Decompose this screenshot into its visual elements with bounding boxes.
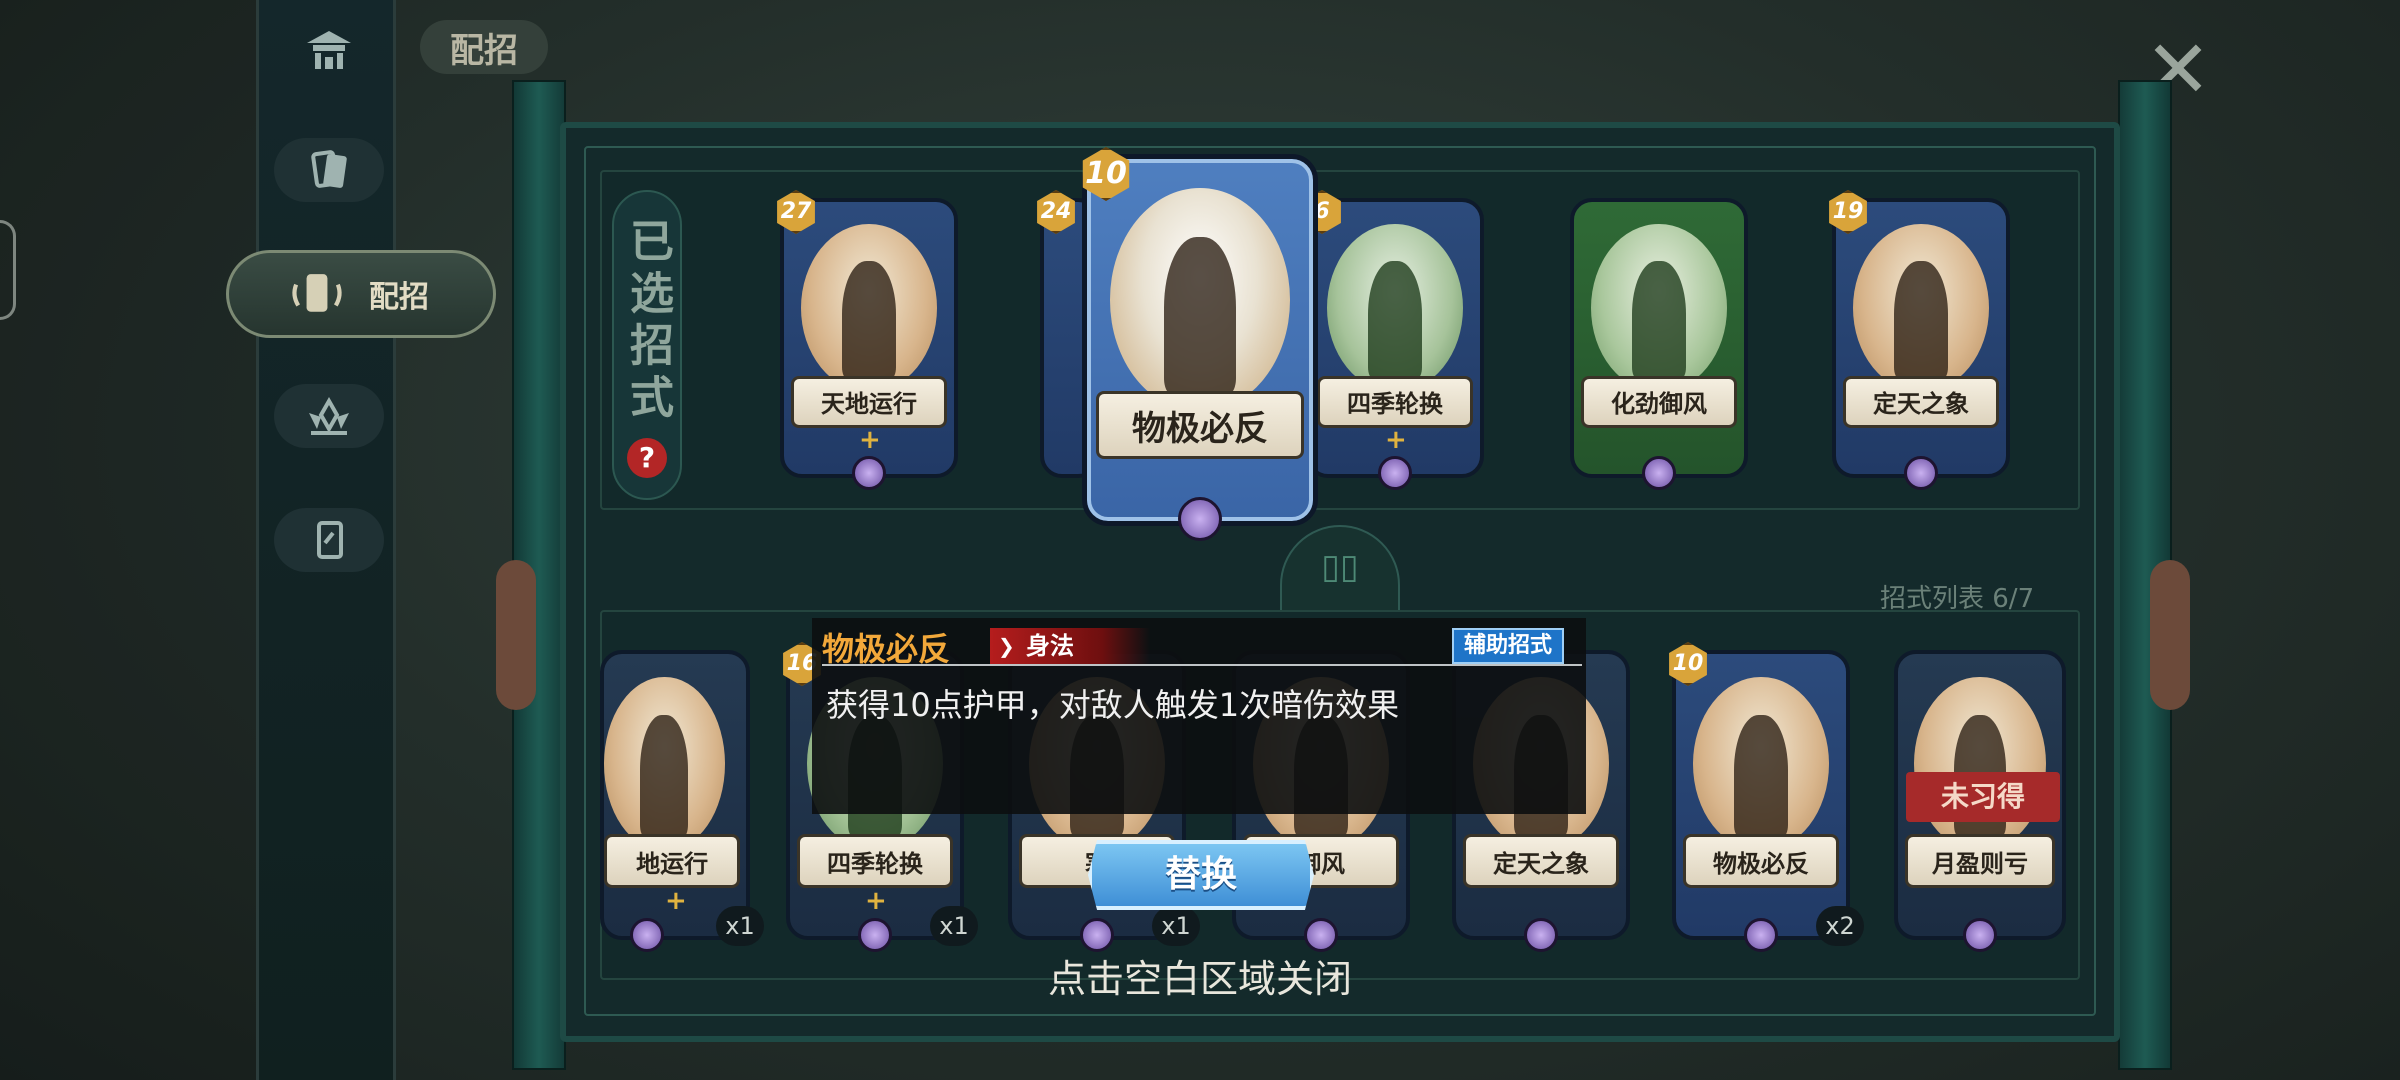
selected-card[interactable]: 19 定天之象 bbox=[1829, 190, 2010, 490]
pavilion-icon bbox=[307, 31, 351, 69]
side-nav bbox=[256, 0, 396, 1080]
card-name: 四季轮换 bbox=[1316, 376, 1474, 428]
card-name: 化劲御风 bbox=[1580, 376, 1738, 428]
selected-card[interactable]: 27 天地运行 + bbox=[777, 190, 958, 490]
card-name: 物极必反 bbox=[1682, 834, 1840, 889]
card-name: 物极必反 bbox=[1096, 390, 1304, 460]
card-art bbox=[1327, 223, 1463, 393]
page-title: 配招 bbox=[420, 20, 548, 74]
upgrade-mark: + bbox=[1385, 425, 1407, 456]
selected-card[interactable]: 化劲御风 bbox=[1570, 198, 1748, 490]
card-art bbox=[801, 223, 937, 393]
technique-gem-icon bbox=[1304, 918, 1338, 952]
card-name: 天地运行 bbox=[790, 376, 948, 428]
unlearned-badge: 未习得 bbox=[1906, 772, 2060, 822]
nav-pavilion[interactable] bbox=[274, 18, 384, 82]
copy-count: x1 bbox=[930, 906, 978, 946]
highlight-card[interactable]: 10 物极必反 bbox=[1082, 147, 1318, 541]
tooltip-divider bbox=[822, 664, 1582, 666]
card-name: 定天之象 bbox=[1462, 834, 1620, 889]
nav-card-single[interactable] bbox=[274, 508, 384, 572]
card-art bbox=[1591, 223, 1727, 393]
technique-gem-icon bbox=[1642, 456, 1676, 490]
technique-gem-icon bbox=[1744, 918, 1778, 952]
single-card-icon bbox=[317, 521, 343, 559]
technique-gem-icon bbox=[1178, 497, 1222, 541]
list-card[interactable]: 地运行 + x1 bbox=[600, 650, 764, 952]
technique-gem-icon bbox=[1904, 456, 1938, 490]
cards-icon bbox=[311, 150, 347, 188]
technique-gem-icon bbox=[1378, 456, 1412, 490]
technique-gem-icon bbox=[852, 456, 886, 490]
upgrade-mark: + bbox=[865, 885, 887, 916]
left-backdrop bbox=[0, 0, 256, 1080]
card-name: 四季轮换 bbox=[796, 834, 954, 889]
card-art bbox=[1693, 676, 1829, 852]
card-art bbox=[604, 676, 725, 852]
technique-gem-icon bbox=[1524, 918, 1558, 952]
tooltip-description: 获得10点护甲，对敌人触发1次暗伤效果 bbox=[826, 686, 1400, 724]
technique-gem-icon bbox=[858, 918, 892, 952]
side-handle[interactable] bbox=[0, 220, 16, 320]
upgrade-mark: + bbox=[665, 885, 687, 916]
list-count: 招式列表 6/7 bbox=[1880, 584, 2035, 614]
list-card[interactable]: 未习得 月盈则亏 bbox=[1894, 650, 2066, 952]
selected-label: 已选招式 ? bbox=[612, 190, 682, 500]
card-name: 定天之象 bbox=[1842, 376, 2000, 428]
nav-peizhao-active[interactable]: 配招 bbox=[226, 250, 496, 338]
technique-gem-icon bbox=[1080, 918, 1114, 952]
card-art bbox=[1109, 187, 1291, 413]
card-art bbox=[1914, 676, 2046, 852]
card-name: 地运行 bbox=[604, 834, 741, 889]
tassel-left bbox=[496, 560, 536, 710]
selected-label-text: 已选招式 bbox=[622, 218, 673, 426]
lotus-icon bbox=[309, 396, 349, 435]
technique-gem-icon bbox=[629, 918, 664, 952]
card-name: 月盈则亏 bbox=[1904, 834, 2056, 889]
card-art bbox=[1853, 223, 1989, 393]
close-hint: 点击空白区域关闭 bbox=[1047, 957, 1352, 1001]
nav-cards[interactable] bbox=[274, 138, 384, 202]
help-icon[interactable]: ? bbox=[627, 438, 667, 478]
tooltip-category: 辅助招式 bbox=[1452, 628, 1565, 664]
movement-icon: ❯ bbox=[998, 634, 1015, 658]
upgrade-mark: + bbox=[859, 425, 881, 456]
selected-card[interactable]: 6 四季轮换 + bbox=[1303, 190, 1484, 490]
nav-peizhao-label: 配招 bbox=[369, 280, 429, 315]
card-swap-icon bbox=[292, 274, 342, 312]
copy-count: x1 bbox=[1152, 906, 1200, 946]
nav-flower[interactable] bbox=[274, 384, 384, 448]
list-card[interactable]: 10 物极必反 x2 bbox=[1669, 642, 1864, 952]
copy-count: x1 bbox=[716, 906, 764, 946]
technique-gem-icon bbox=[1963, 918, 1997, 952]
tassel-right bbox=[2150, 560, 2190, 710]
replace-button[interactable]: 替换 bbox=[1088, 840, 1314, 910]
copy-count: x2 bbox=[1816, 906, 1864, 946]
